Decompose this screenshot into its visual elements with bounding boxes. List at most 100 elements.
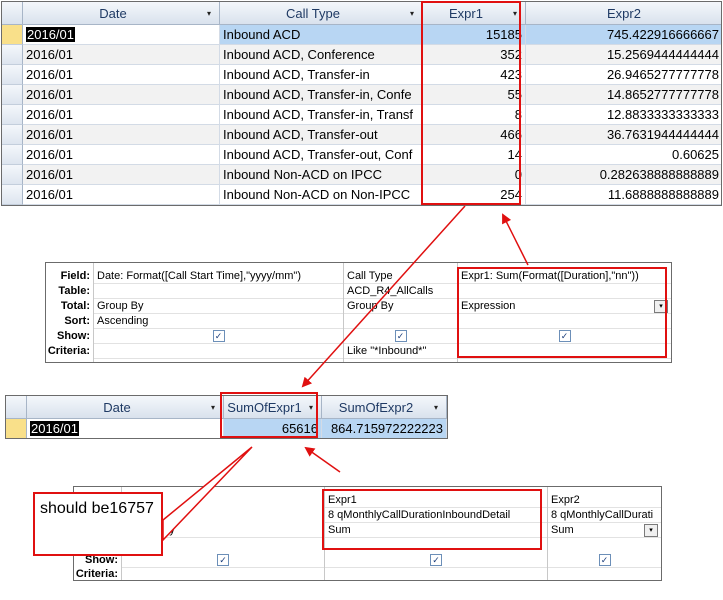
arrow-expression-to-expr1 <box>502 213 529 266</box>
row-label-criteria: Criteria: <box>75 568 118 580</box>
row-label-field: Field: <box>60 270 90 282</box>
annotation-box-sum-total <box>322 489 542 550</box>
call-type-cell[interactable]: Inbound ACD, Transfer-out <box>220 125 423 145</box>
call-type-cell[interactable]: Inbound ACD, Transfer-in <box>220 65 423 85</box>
record-selector[interactable] <box>2 145 23 165</box>
results-datasheet: Date ▾ Call Type ▾ Expr1 ▾ Expr2 2016/01 Inb… <box>1 1 722 206</box>
table-row[interactable]: 2016/01 Inbound ACD, Transfer-out 466 36.76… <box>2 125 721 145</box>
show-checkbox[interactable]: ✓ <box>212 330 225 343</box>
table-row[interactable]: 2016/01 Inbound ACD 15185 745.422916666667 <box>2 25 721 45</box>
sort-cell[interactable]: Ascending <box>94 314 343 329</box>
expr2-cell[interactable]: 0.282638888888889 <box>526 165 721 185</box>
table-row[interactable]: 2016/01 Inbound ACD, Transfer-out, Conf 14… <box>2 145 721 165</box>
total-cell[interactable]: Group By <box>94 299 343 314</box>
table-row[interactable]: 2016/01 Inbound ACD, Conference 352 15.2569… <box>2 45 721 65</box>
table-row[interactable]: 2016/01 Inbound Non-ACD on IPCC 0 0.2826388… <box>2 165 721 185</box>
column-header-call-type[interactable]: Call Type ▾ <box>220 2 423 25</box>
row-label-show: Show: <box>57 330 90 342</box>
criteria-cell[interactable]: Like "*Inbound*" <box>344 344 457 359</box>
expr2-cell[interactable]: 745.422916666667 <box>526 25 721 45</box>
expr2-cell[interactable]: 14.8652777777778 <box>526 85 721 105</box>
call-type-cell[interactable]: Inbound Non-ACD on Non-IPCC <box>220 185 423 205</box>
table-cell[interactable] <box>94 284 343 299</box>
call-type-cell[interactable]: Inbound ACD, Transfer-out, Conf <box>220 145 423 165</box>
annotation-box-expression <box>457 267 667 358</box>
row-label-table: Table: <box>58 285 90 297</box>
record-selector[interactable] <box>2 165 23 185</box>
grid-column-date: Date: Format([Call Start Time],"yyyy/mm"… <box>93 263 343 362</box>
grid-column-expr2: Expr2 8 qMonthlyCallDurati Sum ▾ ✓ <box>547 487 661 580</box>
record-selector[interactable] <box>2 25 23 45</box>
select-all-corner[interactable] <box>6 396 27 419</box>
date-cell[interactable]: 2016/01 <box>23 145 220 165</box>
column-header-date[interactable]: Date ▾ <box>23 2 220 25</box>
show-cell: ✓ <box>344 329 457 344</box>
date-cell[interactable]: 2016/01 <box>23 25 220 45</box>
show-checkbox[interactable]: ✓ <box>430 554 442 567</box>
show-cell: ✓ <box>325 553 547 568</box>
record-selector[interactable] <box>2 185 23 205</box>
record-selector[interactable] <box>2 105 23 125</box>
date-cell[interactable]: 2016/01 <box>23 105 220 125</box>
expr2-cell[interactable]: 0.60625 <box>526 145 721 165</box>
expr2-cell[interactable]: 12.8833333333333 <box>526 105 721 125</box>
call-type-cell[interactable]: Inbound Non-ACD on IPCC <box>220 165 423 185</box>
call-type-cell[interactable]: Inbound ACD, Transfer-in, Transf <box>220 105 423 125</box>
criteria-cell[interactable] <box>94 344 343 359</box>
sort-cell[interactable] <box>344 314 457 329</box>
expr2-cell[interactable]: 26.9465277777778 <box>526 65 721 85</box>
date-cell[interactable]: 2016/01 <box>23 125 220 145</box>
date-cell[interactable]: 2016/01 <box>27 419 224 438</box>
column-header-date[interactable]: Date ▾ <box>27 396 224 419</box>
table-row[interactable]: 2016/01 Inbound ACD, Transfer-in, Confe 55… <box>2 85 721 105</box>
dropdown-arrow-icon[interactable]: ▾ <box>203 9 215 18</box>
row-label-total: Total: <box>60 300 90 312</box>
table-row[interactable]: 2016/01 Inbound ACD, Transfer-in, Transf 8… <box>2 105 721 125</box>
sumofexpr2-cell[interactable]: 864.715972222223 <box>322 419 447 438</box>
date-cell[interactable]: 2016/01 <box>23 85 220 105</box>
date-cell[interactable]: 2016/01 <box>23 65 220 85</box>
date-cell[interactable]: 2016/01 <box>23 185 220 205</box>
expr2-cell[interactable]: 11.6888888888889 <box>526 185 721 205</box>
record-selector[interactable] <box>6 419 27 438</box>
table-cell[interactable]: ACD_R4_AllCalls <box>344 284 457 299</box>
column-header-expr2[interactable]: Expr2 <box>526 2 721 25</box>
call-type-cell[interactable]: Inbound ACD, Transfer-in, Confe <box>220 85 423 105</box>
arrow-sum-total-to-sum <box>304 446 341 473</box>
call-type-cell[interactable]: Inbound ACD, Conference <box>220 45 423 65</box>
row-label-criteria: Criteria: <box>47 345 90 357</box>
annotation-box-expr1 <box>421 1 521 205</box>
total-cell[interactable]: Sum ▾ <box>548 523 661 538</box>
show-checkbox[interactable]: ✓ <box>394 330 407 343</box>
show-cell: ✓ <box>548 553 661 568</box>
record-selector[interactable] <box>2 65 23 85</box>
record-selector[interactable] <box>2 125 23 145</box>
annotation-box-sum <box>220 392 318 438</box>
table-row[interactable]: 2016/01 Inbound Non-ACD on Non-IPCC 254 11.… <box>2 185 721 205</box>
show-checkbox[interactable]: ✓ <box>217 554 229 567</box>
row-label-sort: Sort: <box>64 315 90 327</box>
record-selector[interactable] <box>2 45 23 65</box>
date-cell[interactable]: 2016/01 <box>23 45 220 65</box>
dropdown-arrow-icon[interactable]: ▾ <box>406 9 418 18</box>
date-cell[interactable]: 2016/01 <box>23 165 220 185</box>
show-checkbox[interactable]: ✓ <box>598 554 611 567</box>
select-all-corner[interactable] <box>2 2 23 25</box>
field-cell[interactable]: Call Type <box>344 269 457 284</box>
dropdown-arrow-icon[interactable]: ▾ <box>430 403 442 412</box>
dropdown-arrow-icon[interactable]: ▾ <box>207 403 219 412</box>
dropdown-arrow-icon[interactable]: ▾ <box>644 524 658 537</box>
total-cell[interactable]: Group By <box>344 299 457 314</box>
call-type-cell[interactable]: Inbound ACD <box>220 25 423 45</box>
table-cell[interactable]: 8 qMonthlyCallDurati <box>548 508 661 523</box>
show-cell: ✓ <box>94 329 343 344</box>
column-header-sumofexpr2[interactable]: SumOfExpr2 ▾ <box>322 396 447 419</box>
expr2-cell[interactable]: 15.2569444444444 <box>526 45 721 65</box>
field-cell[interactable]: Date: Format([Call Start Time],"yyyy/mm"… <box>94 269 343 284</box>
grid-column-call-type: Call Type ACD_R4_AllCalls Group By ✓ Lik… <box>343 263 457 362</box>
expr2-cell[interactable]: 36.7631944444444 <box>526 125 721 145</box>
record-selector[interactable] <box>2 85 23 105</box>
table-row[interactable]: 2016/01 Inbound ACD, Transfer-in 423 26.946… <box>2 65 721 85</box>
field-cell[interactable]: Expr2 <box>548 493 661 508</box>
annotation-note: should be16757 <box>33 492 163 556</box>
